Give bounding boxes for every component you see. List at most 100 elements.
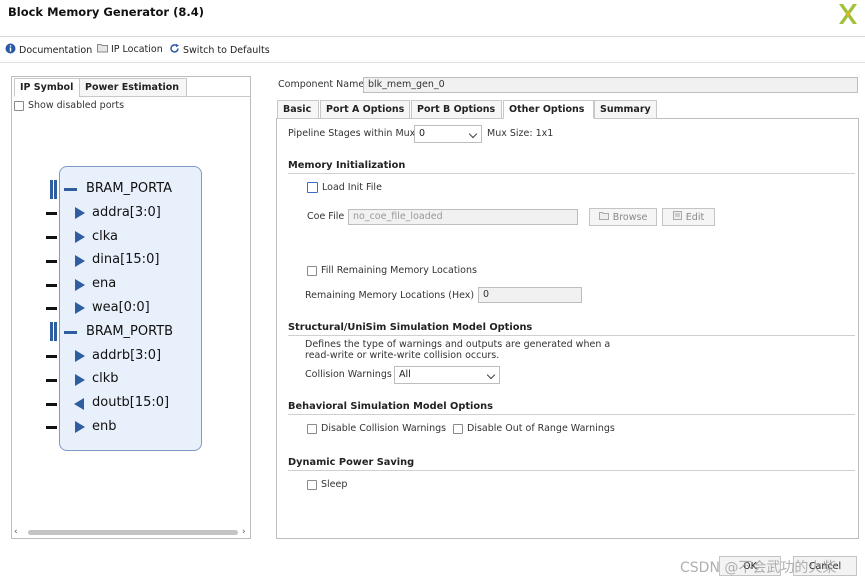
pin-ena: ena [92, 276, 117, 291]
bus-port-b-collapse-icon[interactable] [64, 331, 77, 334]
bus-port-a-collapse-icon[interactable] [64, 188, 77, 191]
input-arrow-icon [75, 350, 85, 362]
switch-defaults-button[interactable]: Switch to Defaults [169, 43, 270, 57]
pin-line-clkb [46, 379, 57, 382]
collision-warnings-value: All [399, 369, 411, 380]
pipeline-stages-select[interactable]: 0 [414, 125, 482, 143]
bus-port-a-icon [50, 180, 57, 199]
input-arrow-icon [75, 421, 85, 433]
disable-collision-checkbox[interactable] [307, 423, 317, 434]
edit-label: Edit [685, 211, 705, 223]
sleep-checkbox[interactable] [307, 479, 317, 490]
scroll-right-icon[interactable]: › [242, 527, 246, 537]
show-disabled-ports-checkbox[interactable] [14, 100, 24, 111]
input-arrow-icon [75, 302, 85, 314]
edit-button[interactable]: Edit [662, 208, 715, 226]
output-arrow-icon [74, 398, 84, 410]
browse-button[interactable]: Browse [589, 208, 657, 226]
folder-icon [97, 43, 108, 56]
section-divider [288, 470, 855, 471]
collision-warnings-select[interactable]: All [394, 366, 500, 384]
fill-remaining-label: Fill Remaining Memory Locations [321, 265, 477, 276]
disable-range-row[interactable]: Disable Out of Range Warnings [453, 423, 615, 434]
tab-strip-line [187, 96, 250, 97]
behavioral-options-heading: Behavioral Simulation Model Options [288, 401, 493, 412]
pin-line-ena [46, 284, 57, 287]
memory-initialization-heading: Memory Initialization [288, 160, 406, 171]
power-saving-heading: Dynamic Power Saving [288, 457, 415, 468]
toolbar-divider [0, 62, 865, 63]
pin-addrb: addrb[3:0] [92, 348, 162, 363]
scrollbar-thumb[interactable] [28, 530, 238, 535]
tab-summary[interactable]: Summary [594, 100, 657, 119]
tab-basic[interactable]: Basic [277, 100, 319, 119]
disable-range-label: Disable Out of Range Warnings [467, 423, 615, 434]
pin-line-doutb [46, 403, 57, 406]
fill-remaining-checkbox[interactable] [307, 265, 317, 276]
pin-line-dina [46, 260, 57, 263]
coe-file-label: Coe File [307, 211, 345, 222]
edit-icon [672, 211, 682, 223]
disable-range-checkbox[interactable] [453, 423, 463, 434]
load-init-file-checkbox[interactable] [307, 182, 318, 193]
show-disabled-ports-row[interactable]: Show disabled ports [14, 100, 124, 111]
tab-power-estimation[interactable]: Power Estimation [79, 78, 187, 97]
scroll-left-icon[interactable]: ‹ [14, 527, 18, 537]
documentation-label: Documentation [19, 44, 93, 56]
input-arrow-icon [75, 374, 85, 386]
section-divider [288, 335, 855, 336]
watermark: CSDN @不会武功的火柴 [680, 560, 837, 576]
remaining-locations-input[interactable]: 0 [478, 287, 582, 303]
pin-addra: addra[3:0] [92, 205, 161, 220]
sleep-label: Sleep [321, 479, 348, 490]
tab-ip-symbol[interactable]: IP Symbol [14, 78, 81, 97]
pin-dina: dina[15:0] [92, 252, 160, 267]
section-divider [288, 414, 855, 415]
info-icon [5, 43, 16, 57]
port-b-label: BRAM_PORTB [86, 324, 174, 339]
pin-wea: wea[0:0] [92, 300, 150, 315]
disable-collision-row[interactable]: Disable Collision Warnings [307, 423, 446, 434]
collision-description-line-1: Defines the type of warnings and outputs… [305, 339, 611, 350]
documentation-button[interactable]: Documentation [5, 43, 92, 57]
pipeline-stages-label: Pipeline Stages within Mux [288, 128, 416, 139]
pin-enb: enb [92, 419, 117, 434]
pin-clkb: clkb [92, 371, 119, 386]
tab-other-options[interactable]: Other Options [503, 100, 594, 119]
port-a-label: BRAM_PORTA [86, 181, 173, 196]
pin-line-enb [46, 426, 57, 429]
pin-line-clka [46, 236, 57, 239]
pin-doutb: doutb[15:0] [92, 395, 170, 410]
fill-remaining-row[interactable]: Fill Remaining Memory Locations [307, 265, 477, 276]
folder-icon [598, 211, 609, 223]
browse-label: Browse [612, 211, 648, 223]
sleep-row[interactable]: Sleep [307, 479, 347, 490]
switch-defaults-label: Switch to Defaults [183, 44, 270, 56]
pin-line-addra [46, 212, 57, 215]
bus-port-b-icon [50, 322, 57, 341]
xilinx-logo-icon [836, 2, 860, 26]
load-init-file-row[interactable]: Load Init File [307, 182, 382, 193]
load-init-file-label: Load Init File [322, 182, 382, 193]
window-title: Block Memory Generator (8.4) [8, 5, 204, 19]
section-divider [288, 173, 855, 174]
disable-collision-label: Disable Collision Warnings [321, 423, 447, 434]
ip-location-button[interactable]: IP Location [97, 43, 163, 56]
tab-port-a-options[interactable]: Port A Options [320, 100, 410, 119]
ip-location-label: IP Location [111, 44, 163, 55]
collision-warnings-label: Collision Warnings [305, 369, 392, 380]
remaining-locations-label: Remaining Memory Locations (Hex) [305, 290, 475, 301]
input-arrow-icon [75, 255, 85, 267]
chevron-down-icon [486, 370, 496, 380]
component-name-label: Component Name [278, 79, 365, 90]
component-name-input[interactable]: blk_mem_gen_0 [363, 77, 858, 93]
chevron-down-icon [468, 129, 478, 139]
horizontal-scrollbar[interactable]: ‹ › [14, 526, 248, 538]
tab-port-b-options[interactable]: Port B Options [411, 100, 502, 119]
show-disabled-ports-label: Show disabled ports [28, 100, 125, 111]
pin-line-addrb [46, 355, 57, 358]
refresh-icon [169, 43, 180, 57]
pipeline-stages-value: 0 [419, 128, 426, 139]
input-arrow-icon [75, 279, 85, 291]
coe-file-input[interactable]: no_coe_file_loaded [348, 209, 578, 225]
